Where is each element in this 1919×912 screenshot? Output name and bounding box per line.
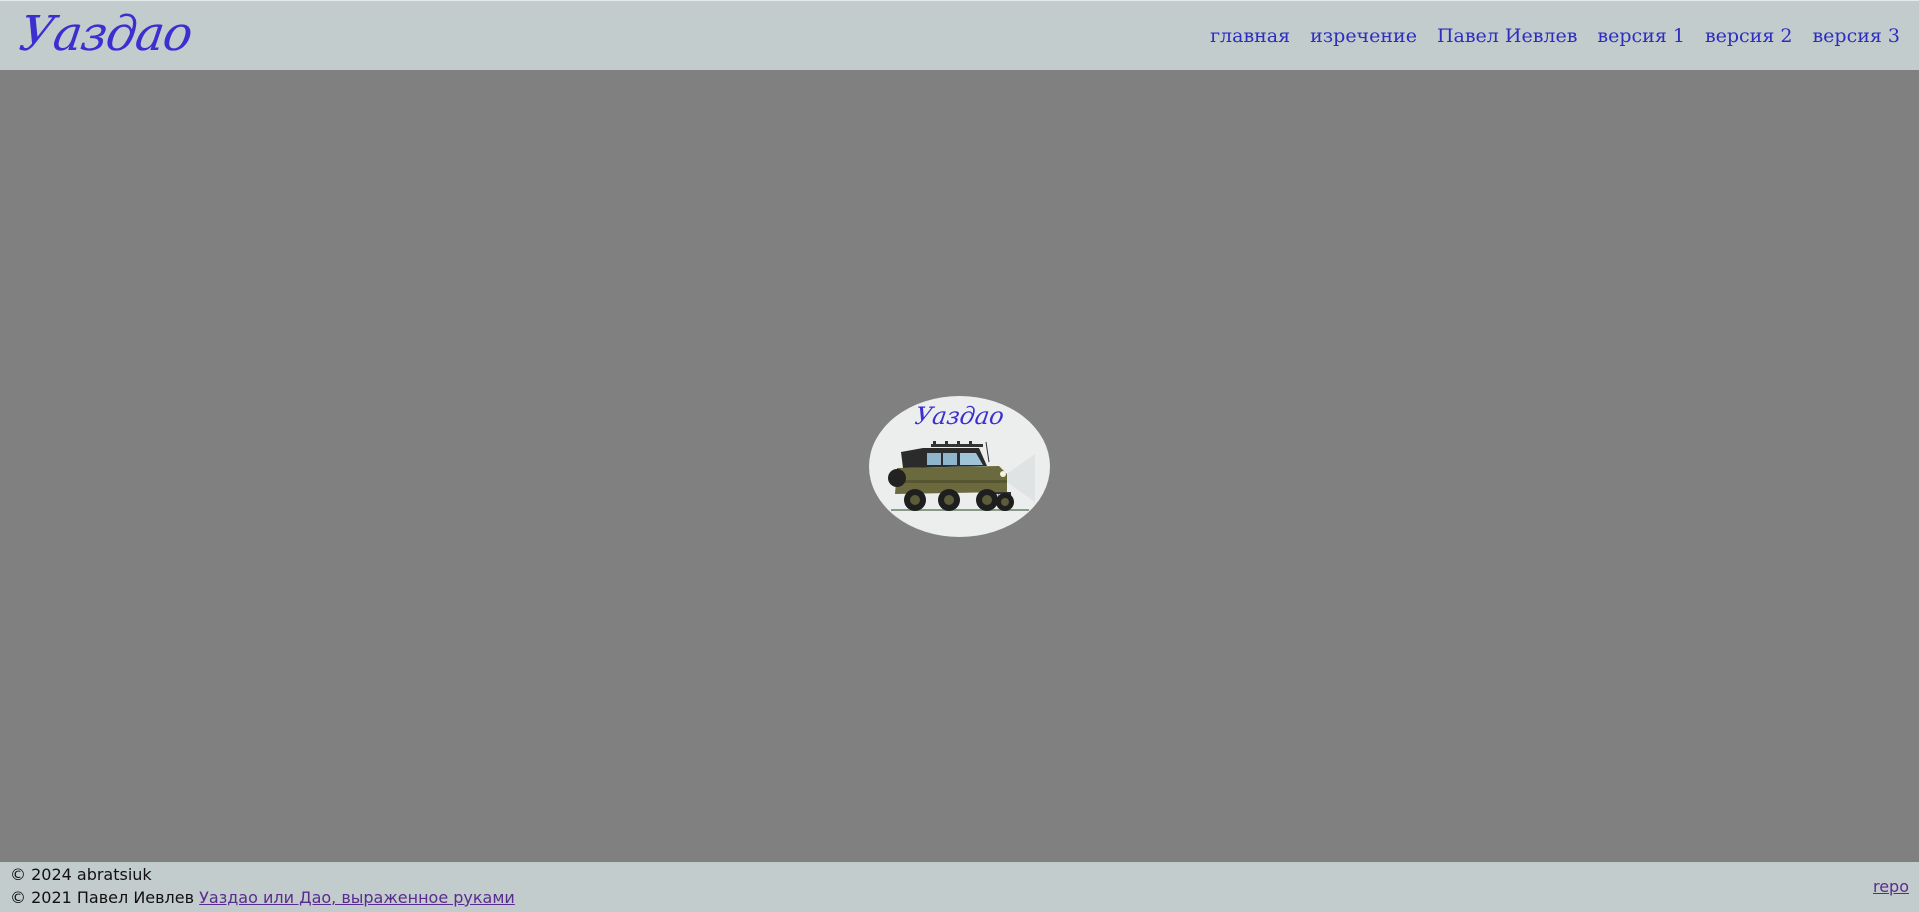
site-logo[interactable]: Уаздао (16, 3, 196, 65)
site-header: Уаздао главная изречение Павел Иевлев ве… (0, 0, 1919, 70)
nav-link-version-1[interactable]: версия 1 (1597, 25, 1685, 47)
uaz-car-image: ■■■ (888, 441, 1035, 511)
site-footer: © 2024 abratsiuk © 2021 Павел Иевлев Уаз… (0, 862, 1919, 912)
nav-link-quote[interactable]: изречение (1310, 25, 1417, 47)
nav-link-version-2[interactable]: версия 2 (1705, 25, 1793, 47)
repo-link[interactable]: repo (1873, 877, 1909, 897)
nav-link-version-3[interactable]: версия 3 (1812, 25, 1900, 47)
copyright-2021-line: © 2021 Павел Иевлев Уаздао или Дао, выра… (10, 888, 515, 908)
main-nav: главная изречение Павел Иевлев версия 1 … (1210, 1, 1900, 71)
nav-link-home[interactable]: главная (1210, 25, 1290, 47)
book-link[interactable]: Уаздао или Дао, выраженное руками (199, 888, 515, 907)
loading-badge: Уаздао ■■■ (869, 396, 1050, 537)
badge-title: Уаздао (913, 402, 1006, 430)
nav-link-author[interactable]: Павел Иевлев (1437, 25, 1577, 47)
copyright-2021-text: © 2021 Павел Иевлев (10, 888, 195, 907)
copyright-2024: © 2024 abratsiuk (10, 865, 152, 884)
